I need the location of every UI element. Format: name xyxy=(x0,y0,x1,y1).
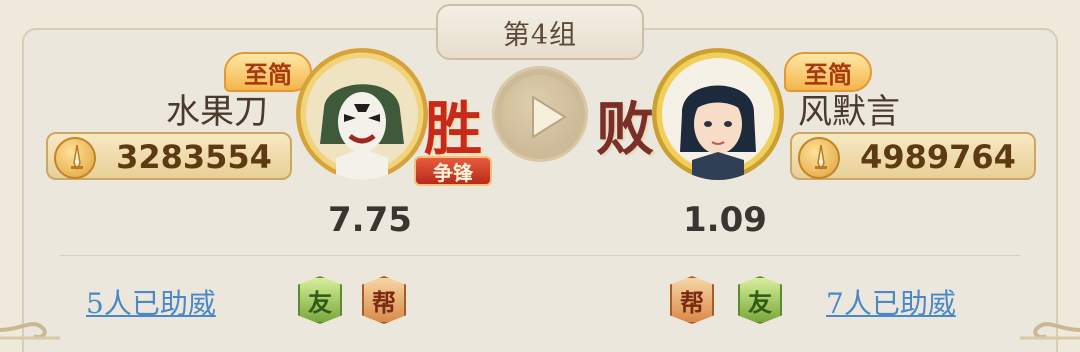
scroll-ornament-left-icon xyxy=(0,322,60,340)
left-result-win: 胜 xyxy=(424,95,483,163)
right-support-link[interactable]: 7人已助威 xyxy=(826,282,956,322)
left-player-name: 水果刀 xyxy=(166,92,268,132)
group-tab: 第4组 xyxy=(436,4,644,60)
contest-tag-label: 争锋 xyxy=(433,160,473,185)
friend-chip-label: 友 xyxy=(308,287,332,317)
right-result-lose: 败 xyxy=(596,95,655,163)
match-panel: 第4组 至简 水果刀 3283554 胜 争锋 败 至简 风默言 4989764… xyxy=(0,0,1080,352)
divider xyxy=(60,255,1020,256)
right-power-bar: 4989764 xyxy=(790,132,1036,180)
right-player-name: 风默言 xyxy=(798,92,900,132)
left-odds: 7.75 xyxy=(328,200,412,240)
play-icon xyxy=(532,95,567,139)
right-odds: 1.09 xyxy=(683,200,767,240)
right-friend-chip[interactable]: 友 xyxy=(738,276,782,324)
guild-chip-label: 帮 xyxy=(372,287,396,317)
guild-chip-label: 帮 xyxy=(680,287,704,317)
sword-icon xyxy=(798,137,840,179)
left-friend-chip[interactable]: 友 xyxy=(298,276,342,324)
contest-tag: 争锋 xyxy=(414,156,492,186)
group-title: 第4组 xyxy=(502,19,578,51)
friend-chip-label: 友 xyxy=(748,287,772,317)
right-power-value: 4989764 xyxy=(860,138,1016,176)
left-guild-chip[interactable]: 帮 xyxy=(362,276,406,324)
play-replay-button[interactable] xyxy=(492,66,588,162)
left-support-link[interactable]: 5人已助威 xyxy=(86,282,216,322)
sword-icon xyxy=(54,137,96,179)
left-power-value: 3283554 xyxy=(116,138,272,176)
left-player-avatar[interactable] xyxy=(296,48,428,180)
right-player-avatar[interactable] xyxy=(652,48,784,180)
scroll-ornament-right-icon xyxy=(1020,322,1080,340)
left-power-bar: 3283554 xyxy=(46,132,292,180)
right-guild-chip[interactable]: 帮 xyxy=(670,276,714,324)
